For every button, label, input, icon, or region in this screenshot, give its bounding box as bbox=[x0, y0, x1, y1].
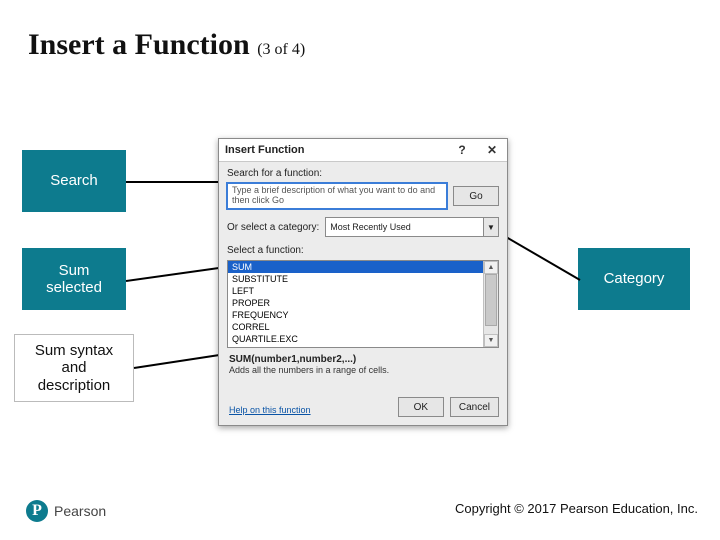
callout-sum-l2: selected bbox=[46, 279, 102, 296]
slide-title: Insert a Function (3 of 4) bbox=[28, 28, 305, 62]
category-select[interactable]: Most Recently Used ▼ bbox=[325, 217, 499, 237]
title-main: Insert a Function bbox=[28, 28, 250, 61]
close-button[interactable]: ✕ bbox=[477, 139, 507, 161]
callout-syntax-l2: and bbox=[61, 359, 86, 376]
category-label: Or select a category: bbox=[227, 222, 319, 233]
callout-syntax-l3: description bbox=[38, 377, 111, 394]
help-button[interactable]: ? bbox=[447, 139, 477, 161]
function-listbox[interactable]: SUM SUBSTITUTE LEFT PROPER FREQUENCY COR… bbox=[227, 260, 499, 348]
leader-line bbox=[134, 352, 226, 372]
callout-category-label: Category bbox=[604, 270, 665, 287]
callout-syntax: Sum syntax and description bbox=[14, 334, 134, 402]
cancel-button[interactable]: Cancel bbox=[450, 397, 499, 417]
copyright-text: Copyright © 2017 Pearson Education, Inc. bbox=[455, 501, 698, 516]
list-item[interactable]: SUM bbox=[228, 261, 498, 273]
scrollbar[interactable]: ▲ ▼ bbox=[483, 261, 498, 347]
list-item[interactable]: CORREL bbox=[228, 321, 498, 333]
callout-syntax-l1: Sum syntax bbox=[35, 342, 113, 359]
dialog-title: Insert Function bbox=[225, 144, 304, 156]
scroll-thumb[interactable] bbox=[485, 274, 497, 326]
list-item[interactable]: FREQUENCY bbox=[228, 309, 498, 321]
help-link[interactable]: Help on this function bbox=[229, 405, 311, 415]
list-item[interactable]: PROPER bbox=[228, 297, 498, 309]
function-description: Adds all the numbers in a range of cells… bbox=[219, 365, 507, 375]
ok-button[interactable]: OK bbox=[398, 397, 444, 417]
select-function-label: Select a function: bbox=[219, 239, 507, 258]
scroll-down-icon[interactable]: ▼ bbox=[484, 334, 498, 347]
callout-search: Search bbox=[22, 150, 126, 212]
callout-category: Category bbox=[578, 248, 690, 310]
go-button[interactable]: Go bbox=[453, 186, 499, 206]
callout-sum-selected: Sum selected bbox=[22, 248, 126, 310]
function-syntax: SUM(number1,number2,...) bbox=[219, 348, 507, 365]
category-value: Most Recently Used bbox=[330, 222, 411, 232]
list-item[interactable]: SUBSTITUTE bbox=[228, 273, 498, 285]
brand-logo: P Pearson bbox=[26, 500, 106, 522]
leader-line bbox=[126, 263, 226, 283]
leader-line bbox=[126, 181, 221, 183]
insert-function-dialog: Insert Function ? ✕ Search for a functio… bbox=[218, 138, 508, 426]
search-label: Search for a function: bbox=[219, 162, 507, 181]
chevron-down-icon: ▼ bbox=[483, 218, 498, 236]
callout-sum-l1: Sum bbox=[59, 262, 90, 279]
list-item[interactable]: LEFT bbox=[228, 285, 498, 297]
dialog-titlebar: Insert Function ? ✕ bbox=[219, 139, 507, 162]
list-item[interactable]: QUARTILE.EXC bbox=[228, 333, 498, 345]
scroll-up-icon[interactable]: ▲ bbox=[484, 261, 498, 274]
title-sub: (3 of 4) bbox=[257, 41, 305, 58]
search-input[interactable]: Type a brief description of what you wan… bbox=[227, 183, 447, 209]
brand-name: Pearson bbox=[54, 503, 106, 519]
brand-mark-icon: P bbox=[26, 500, 48, 522]
callout-search-label: Search bbox=[50, 172, 98, 189]
